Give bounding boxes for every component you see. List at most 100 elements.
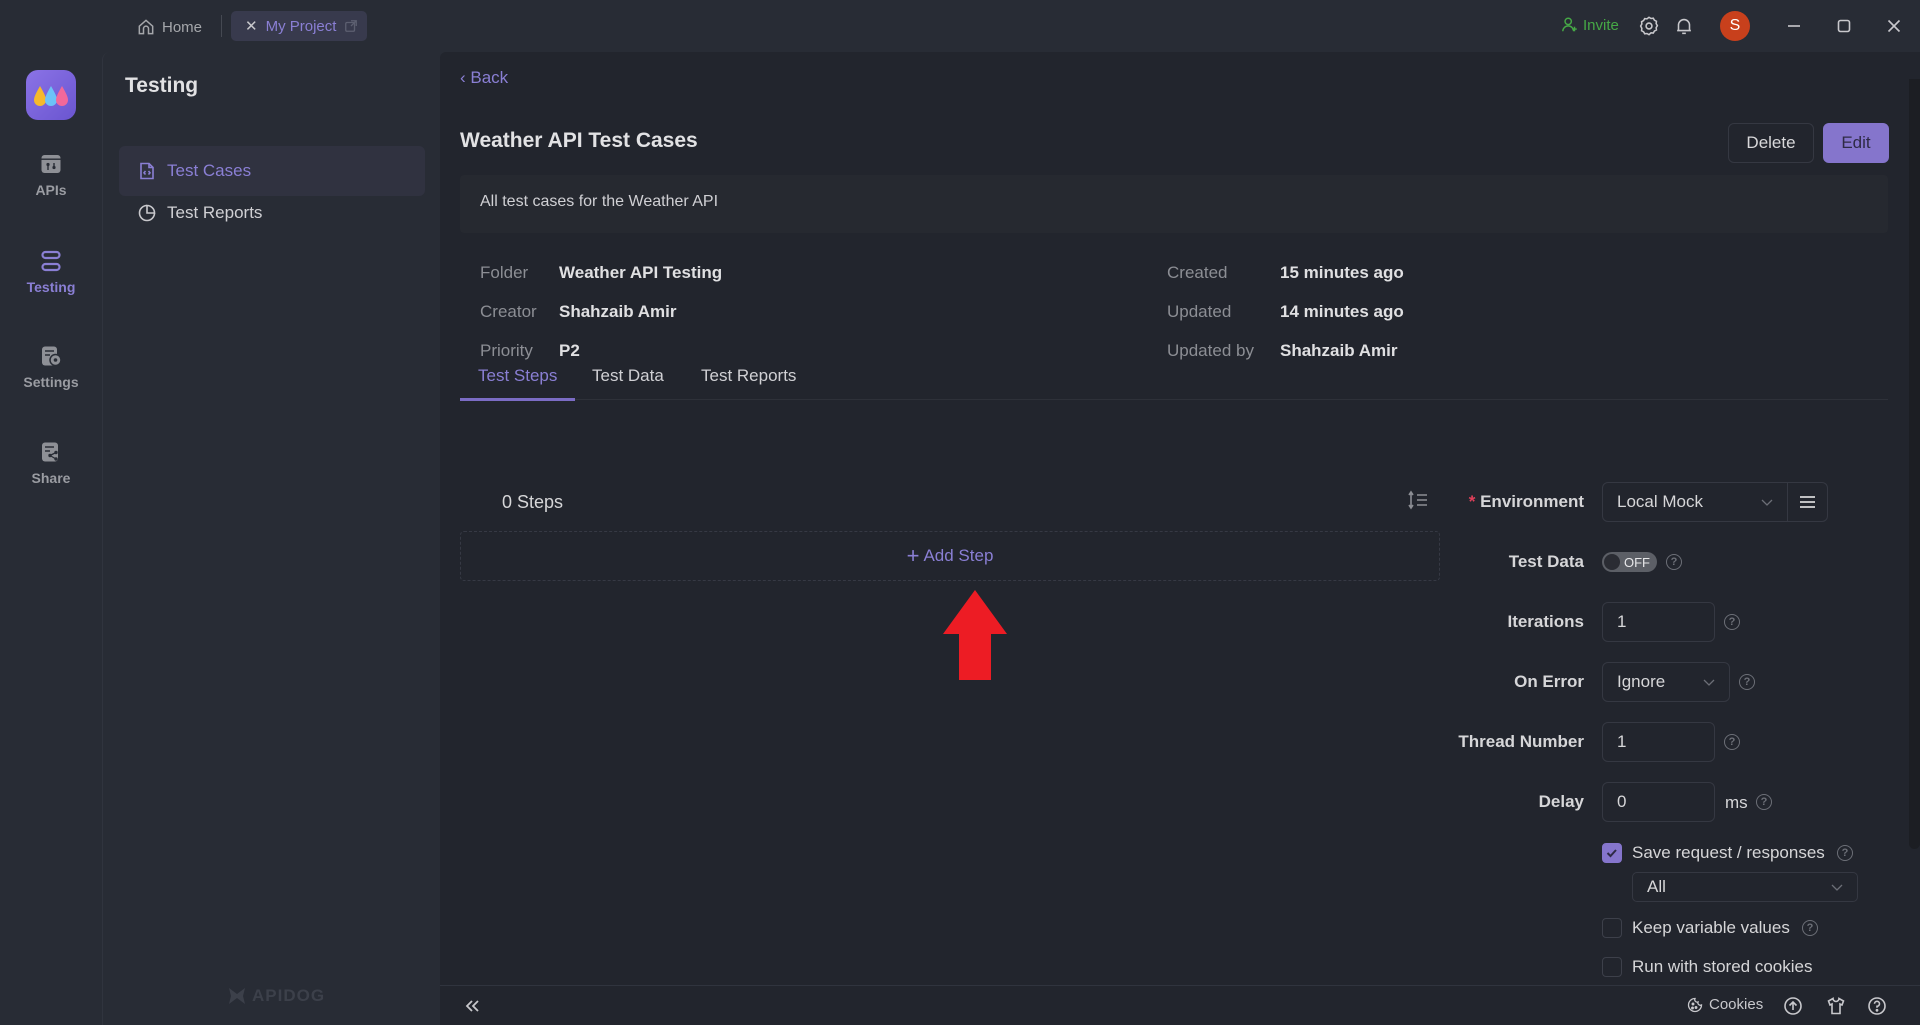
tab-test-reports[interactable]: Test Reports xyxy=(701,352,796,400)
meta-key: Folder xyxy=(480,263,529,282)
environment-label: * Environment xyxy=(1460,492,1584,512)
test-data-toggle[interactable]: OFF xyxy=(1602,552,1657,572)
minimize-icon[interactable] xyxy=(1782,14,1806,38)
meta-updated: Updated 14 minutes ago xyxy=(1167,302,1404,322)
rail-item-testing[interactable]: Testing xyxy=(0,249,102,295)
bottom-bar: Cookies xyxy=(440,985,1920,1025)
file-code-icon xyxy=(140,162,154,180)
meta-key: Updated xyxy=(1167,302,1232,321)
save-scope-select[interactable]: All xyxy=(1632,872,1858,902)
collapse-sidebar-icon[interactable] xyxy=(462,996,482,1016)
project-tab-label: My Project xyxy=(265,17,337,35)
required-star: * xyxy=(1468,492,1481,511)
environment-label-text: Environment xyxy=(1480,492,1584,511)
testing-panel: Testing Test Cases Test Reports xyxy=(102,52,440,1025)
stored-cookies-checkbox[interactable] xyxy=(1602,957,1622,977)
menu-icon xyxy=(1800,496,1815,508)
help-icon[interactable]: ? xyxy=(1666,554,1682,570)
thread-number-value: 1 xyxy=(1617,732,1627,751)
cookies-button[interactable]: Cookies xyxy=(1687,996,1763,1013)
api-folder-icon xyxy=(41,155,61,173)
environment-manage-button[interactable] xyxy=(1787,482,1828,522)
help-icon[interactable]: ? xyxy=(1756,794,1772,810)
back-label: Back xyxy=(470,68,509,87)
gear-icon[interactable] xyxy=(1638,15,1660,37)
iterations-input[interactable]: 1 xyxy=(1602,602,1715,642)
rail-item-label: Testing xyxy=(26,279,76,295)
close-tab-icon[interactable]: ✕ xyxy=(245,17,258,35)
on-error-value: Ignore xyxy=(1617,672,1666,691)
home-tab[interactable]: Home xyxy=(136,13,202,41)
rail-item-apis[interactable]: APIs xyxy=(0,152,102,198)
delete-button[interactable]: Delete xyxy=(1728,123,1814,163)
meta-key: Created xyxy=(1167,263,1228,282)
brand-text: APIDOG xyxy=(252,986,326,1005)
close-window-icon[interactable] xyxy=(1882,14,1906,38)
nav-rail: APIs Testing Settings Share xyxy=(0,52,102,1025)
save-request-checkbox[interactable] xyxy=(1602,843,1622,863)
on-error-select[interactable]: Ignore xyxy=(1602,662,1730,702)
help-circle-icon[interactable] xyxy=(1867,996,1887,1016)
on-error-label: On Error xyxy=(1514,672,1584,691)
add-step-button[interactable]: + Add Step xyxy=(460,531,1440,581)
environment-select[interactable]: Local Mock xyxy=(1602,482,1788,522)
add-step-label: Add Step xyxy=(923,546,994,565)
tab-test-steps[interactable]: Test Steps xyxy=(459,352,576,401)
help-icon[interactable]: ? xyxy=(1724,734,1740,750)
back-link[interactable]: ‹ Back xyxy=(460,68,508,88)
open-external-icon[interactable] xyxy=(344,19,358,33)
detail-tabs: Test Steps Test Data Test Reports xyxy=(459,352,1888,401)
project-tab[interactable]: ✕ My Project xyxy=(231,11,367,41)
rail-item-share[interactable]: Share xyxy=(0,440,102,486)
panel-title: Testing xyxy=(125,74,199,97)
annotation-arrow-icon xyxy=(943,590,1007,680)
app-logo-icon xyxy=(34,86,68,106)
panel-item-test-reports[interactable]: Test Reports xyxy=(119,188,425,238)
help-icon[interactable]: ? xyxy=(1739,674,1755,690)
thread-number-input[interactable]: 1 xyxy=(1602,722,1715,762)
testing-icon xyxy=(41,250,61,272)
chevron-down-icon xyxy=(1761,499,1773,506)
delay-input[interactable]: 0 xyxy=(1602,782,1715,822)
edit-button[interactable]: Edit xyxy=(1823,123,1889,163)
meta-value: Weather API Testing xyxy=(559,263,723,282)
tab-test-data[interactable]: Test Data xyxy=(592,352,664,400)
bell-icon[interactable] xyxy=(1673,15,1695,37)
meta-folder: Folder Weather API Testing xyxy=(480,263,722,283)
help-icon[interactable]: ? xyxy=(1802,920,1818,936)
maximize-icon[interactable] xyxy=(1832,14,1856,38)
shirt-icon[interactable] xyxy=(1826,996,1846,1016)
user-avatar[interactable]: S xyxy=(1720,11,1750,41)
tab-divider xyxy=(221,15,222,37)
thread-number-label: Thread Number xyxy=(1458,732,1584,751)
rail-item-label: Share xyxy=(31,470,71,486)
apidog-brand: APIDOG xyxy=(226,985,325,1007)
add-user-icon xyxy=(1562,17,1577,32)
home-icon xyxy=(138,19,154,35)
iterations-label: Iterations xyxy=(1507,612,1584,631)
home-tab-label: Home xyxy=(162,18,203,36)
panel-item-label: Test Cases xyxy=(167,161,252,180)
rail-item-settings[interactable]: Settings xyxy=(0,344,102,390)
help-icon[interactable]: ? xyxy=(1724,614,1740,630)
save-scope-value: All xyxy=(1647,877,1666,896)
save-request-label: Save request / responses xyxy=(1632,843,1825,862)
check-icon xyxy=(1606,849,1617,858)
iterations-value: 1 xyxy=(1617,612,1627,631)
chevron-down-icon xyxy=(1831,884,1843,891)
panel-item-label: Test Reports xyxy=(167,203,263,222)
meta-key: Creator xyxy=(480,302,537,321)
test-data-label: Test Data xyxy=(1508,552,1584,571)
keep-variables-checkbox[interactable] xyxy=(1602,918,1622,938)
apidog-logo-icon xyxy=(229,988,245,1004)
settings-icon xyxy=(42,346,62,367)
invite-button[interactable]: Invite xyxy=(1561,16,1619,34)
description-text: All test cases for the Weather API xyxy=(480,193,719,210)
upload-icon[interactable] xyxy=(1783,996,1803,1016)
sort-list-icon[interactable] xyxy=(1407,490,1429,510)
help-icon[interactable]: ? xyxy=(1837,845,1853,861)
scrollbar[interactable] xyxy=(1909,79,1920,849)
title-bar: Home ✕ My Project Invite S xyxy=(0,0,1920,52)
avatar-initial: S xyxy=(1729,17,1741,34)
delay-unit: ms xyxy=(1725,793,1748,812)
